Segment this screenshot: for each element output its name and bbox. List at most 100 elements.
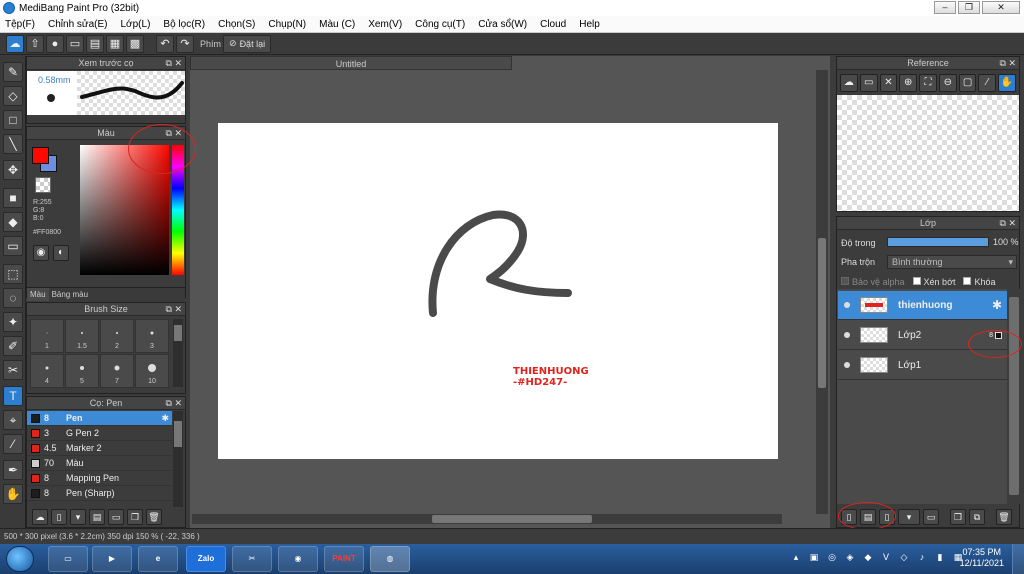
move-tool-icon[interactable]: ✥ [3,160,23,180]
export-icon[interactable]: ⇧ [26,34,44,53]
menu-file[interactable]: Tệp(F) [5,19,35,30]
ie-taskbar-icon[interactable]: e [138,546,178,572]
transparent-swatch[interactable] [35,177,51,193]
add-brush-icon[interactable]: ▾ [70,509,86,525]
brush-item-marker-2[interactable]: 4.5 Marker 2 [27,441,172,456]
magic-wand-icon[interactable]: ✦ [3,312,23,332]
operation-tool-icon[interactable]: ⌖ [3,410,23,430]
rect-tool-icon[interactable]: □ [3,110,23,130]
redo-icon[interactable]: ↷ [176,34,194,53]
menu-window[interactable]: Cửa sổ(W) [478,19,527,30]
eraser-tool-icon[interactable]: ◇ [3,86,23,106]
network-icon[interactable]: ▮ [934,552,946,563]
new-brush-icon[interactable]: ▯ [51,509,67,525]
vertical-scrollbar[interactable] [816,70,828,514]
cloud-icon[interactable]: ☁ [6,34,24,53]
select-tool-icon[interactable]: ⬚ [3,264,23,284]
hand-tool-icon[interactable]: ✋ [3,484,23,504]
cloud-icon[interactable]: ☁ [840,74,858,92]
bucket-tool-icon[interactable]: ◆ [3,212,23,232]
text-tool-icon[interactable]: T [3,386,23,406]
pen-tool-icon[interactable]: ✒ [3,460,23,480]
menu-help[interactable]: Help [579,19,600,30]
delete-layer-icon[interactable]: 🗑 [996,509,1012,525]
chrome-taskbar-icon[interactable]: ◉ [278,546,318,572]
medibang-taskbar-icon[interactable]: ◍ [370,546,410,572]
blend-mode-select[interactable]: Bình thường ▾ [887,255,1017,269]
brush-size-cell[interactable]: 2 [100,319,134,353]
tiles-icon[interactable]: ▩ [126,34,144,53]
panel-controls[interactable]: ⧉ ✕ [166,303,182,316]
tray-icon[interactable]: ◎ [826,552,838,563]
panel-controls[interactable]: ⧉ ✕ [1000,217,1016,230]
delete-brush-icon[interactable]: 🗑 [146,509,162,525]
panel-controls[interactable]: ⧉ ✕ [166,397,182,410]
color-mode-icon[interactable]: ◐ [53,245,69,261]
show-desktop-button[interactable] [1012,544,1024,574]
eye-icon[interactable] [844,302,850,308]
close-icon[interactable]: ✕ [879,74,898,92]
hand-icon[interactable]: ✋ [998,74,1017,92]
fill-rect-tool-icon[interactable]: ■ [3,188,23,208]
duplicate-brush-icon[interactable]: ❐ [127,509,143,525]
undo-icon[interactable]: ↶ [156,34,174,53]
snipping-taskbar-icon[interactable]: ✂ [232,546,272,572]
brush-size-cell[interactable]: 1 [30,319,64,353]
document-tab[interactable]: Untitled [190,56,512,70]
select-eraser-icon[interactable]: ✂ [3,360,23,380]
brush-folder-icon[interactable]: ▭ [108,509,124,525]
brush-item-pen-sharp[interactable]: 8 Pen (Sharp) [27,486,172,501]
close-button[interactable]: ✕ [982,1,1020,14]
brush-size-cell[interactable]: 7 [100,354,134,388]
brush-item-color[interactable]: 70 Màu [27,456,172,471]
cloud-brush-icon[interactable]: ☁ [32,509,48,525]
volume-icon[interactable]: ♪ [916,552,928,563]
open-folder-icon[interactable]: ▭ [859,74,878,92]
reset-button[interactable]: ⊘ Đặt lại [223,34,272,53]
drawing-canvas[interactable]: THIENHUONG -#HD247- [218,123,778,459]
rotate-icon[interactable]: ▢ [958,74,977,92]
brush-list-scrollbar[interactable] [173,411,183,507]
brush-item-mapping-pen[interactable]: 8 Mapping Pen [27,471,172,486]
gear-icon[interactable]: ✱ [161,413,169,424]
brush-tool-icon[interactable]: ✎ [3,62,23,82]
start-button[interactable] [6,546,34,572]
explorer-taskbar-icon[interactable]: ▭ [48,546,88,572]
lasso-tool-icon[interactable]: ◌ [3,288,23,308]
clipping-checkbox[interactable]: Xén bớt [912,277,955,287]
gradient-tool-icon[interactable]: ▭ [3,236,23,256]
layer-folder-icon[interactable]: ▭ [923,509,939,525]
chat-icon[interactable]: ● [46,34,64,53]
tray-icon[interactable]: ▣ [808,552,820,563]
protect-alpha-checkbox[interactable]: Bảo vệ alpha [841,277,905,287]
tray-icon[interactable]: ◈ [844,552,856,563]
brush-size-cell[interactable]: 10 [135,354,169,388]
menu-capture[interactable]: Chụp(N) [268,19,306,30]
palette-icon[interactable]: ◉ [33,245,49,261]
menu-color[interactable]: Màu (C) [319,19,355,30]
brush-size-cell[interactable]: 1.5 [65,319,99,353]
brush-size-cell[interactable]: 4 [30,354,64,388]
lock-checkbox[interactable]: Khóa [963,277,996,287]
merge-layer-icon[interactable]: ⧉ [969,509,985,525]
menu-edit[interactable]: Chỉnh sửa(E) [48,19,108,30]
brush-item-g-pen-2[interactable]: 3 G Pen 2 [27,426,172,441]
eye-icon[interactable] [844,362,850,368]
layer-scrollbar[interactable] [1007,289,1021,504]
line-tool-icon[interactable]: ╲ [3,134,23,154]
brush-size-cell[interactable]: 3 [135,319,169,353]
reference-view[interactable] [837,95,1019,211]
horizontal-scrollbar[interactable] [192,514,782,524]
panel-controls[interactable]: ⧉ ✕ [1000,57,1016,70]
brush-size-cell[interactable]: 5 [65,354,99,388]
add-layer-menu-icon[interactable]: ▾ [898,509,920,525]
minimize-button[interactable]: – [934,1,956,14]
doc-icon[interactable]: ▤ [86,34,104,53]
clock[interactable]: 07:35 PM 12/11/2021 [960,547,1004,569]
menu-filter[interactable]: Bộ lọc(R) [163,19,205,30]
tray-icon[interactable]: ◆ [862,552,874,563]
opacity-slider[interactable] [887,237,989,247]
menu-layer[interactable]: Lớp(L) [121,19,151,30]
tab-color[interactable]: Màu [27,288,49,301]
zalo-taskbar-icon[interactable]: Zalo [186,546,226,572]
